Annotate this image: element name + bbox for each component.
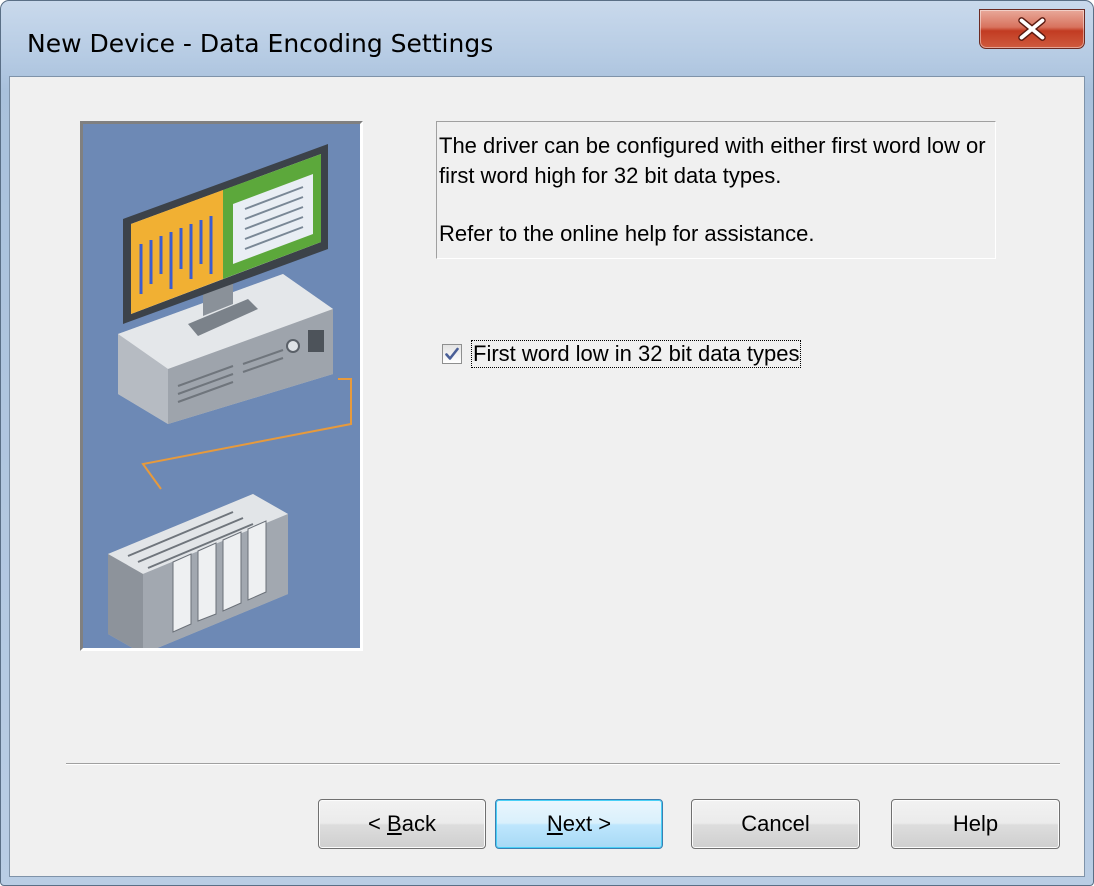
back-button-mnemonic: B (387, 811, 402, 836)
next-button-mnemonic: N (546, 811, 563, 836)
first-word-low-label[interactable]: First word low in 32 bit data types (471, 340, 802, 368)
first-word-low-checkbox[interactable] (442, 344, 462, 364)
first-word-low-checkbox-row[interactable]: First word low in 32 bit data types (442, 339, 802, 369)
next-button-label: ext > (562, 811, 612, 836)
window-title: New Device - Data Encoding Settings (27, 29, 494, 58)
cancel-button[interactable]: Cancel (691, 799, 860, 849)
back-button-prefix: < (368, 811, 388, 836)
checkmark-icon (445, 347, 459, 360)
button-divider (66, 763, 1060, 765)
computer-plc-illustration (108, 144, 352, 648)
close-button[interactable] (979, 9, 1085, 49)
title-bar[interactable]: New Device - Data Encoding Settings (1, 1, 1093, 75)
help-button[interactable]: Help (891, 799, 1060, 849)
back-button-label: ack (401, 811, 436, 836)
description-text: The driver can be configured with either… (439, 133, 986, 188)
wizard-illustration (80, 121, 363, 651)
close-icon (1018, 17, 1046, 41)
back-button[interactable]: < Back (318, 799, 486, 849)
dialog-body: The driver can be configured with either… (9, 76, 1085, 877)
description-box: The driver can be configured with either… (436, 121, 996, 259)
help-hint-text: Refer to the online help for assistance. (439, 221, 815, 246)
next-button[interactable]: Next > (495, 799, 663, 849)
dialog-window: New Device - Data Encoding Settings The … (0, 0, 1094, 886)
